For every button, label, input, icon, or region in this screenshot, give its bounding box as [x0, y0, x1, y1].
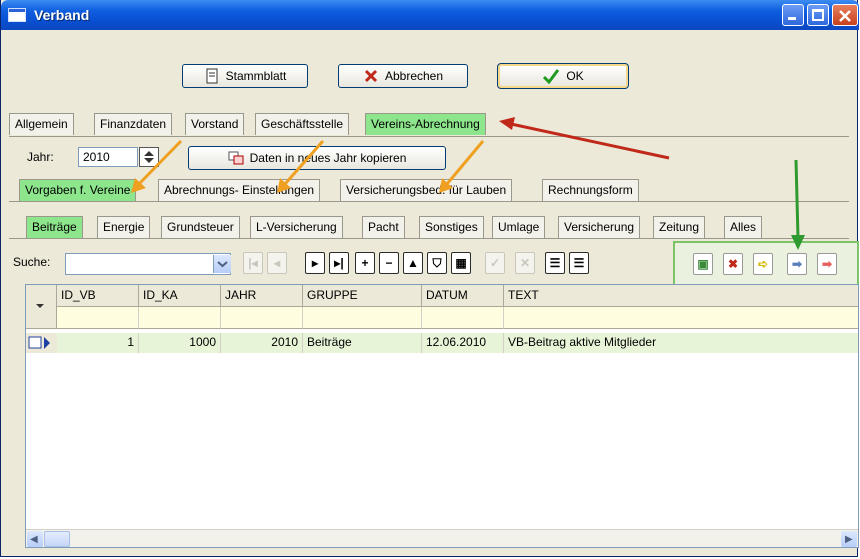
main-window: Verband Stammblatt Abbrechen OK Allgemei… [0, 0, 859, 557]
orange-arrow-3 [445, 140, 485, 185]
green-arrowhead [791, 235, 805, 250]
orange-arrow-2 [283, 140, 325, 185]
annotation-arrows [131, 117, 805, 250]
red-arrow [510, 122, 670, 160]
green-arrow [794, 159, 800, 239]
red-arrowhead [499, 117, 515, 130]
orange-arrow-1 [137, 139, 183, 186]
